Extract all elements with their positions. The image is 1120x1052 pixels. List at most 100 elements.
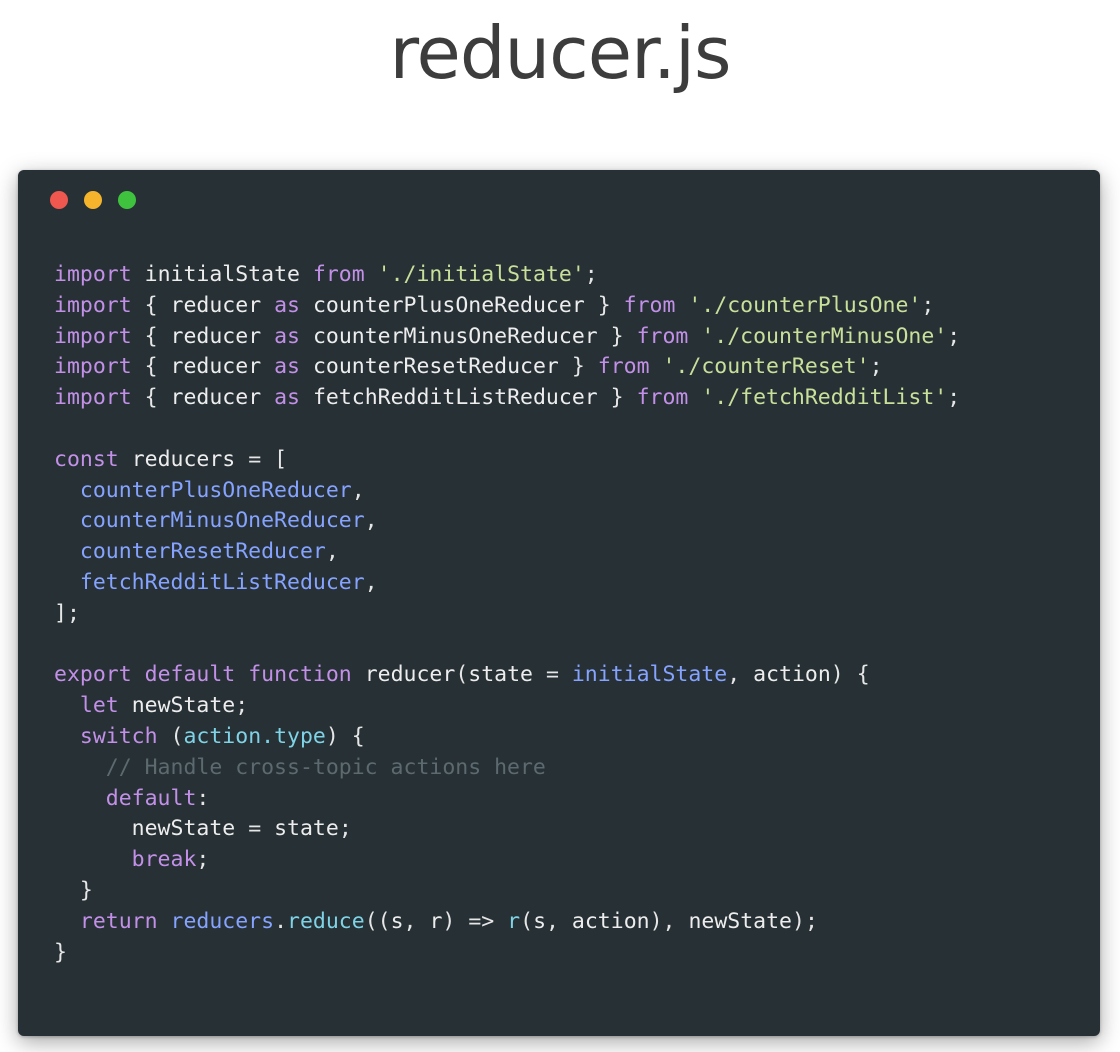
code-line: const reducers = [ — [54, 445, 960, 476]
maximize-dot[interactable] — [118, 191, 136, 209]
code-token: , — [325, 539, 339, 565]
code-token: counterPlusOneReducer — [312, 292, 585, 318]
code-token: reducer — [364, 662, 456, 688]
code-token: } — [597, 292, 611, 318]
code-token: from — [312, 262, 365, 287]
code-token: ]; — [54, 600, 80, 626]
code-token: ; — [196, 847, 210, 873]
code-line: // Handle cross-topic actions here — [54, 753, 960, 784]
code-token: : — [196, 785, 210, 811]
code-token: } — [571, 354, 585, 380]
code-token: = — [248, 446, 262, 472]
code-token: as — [274, 354, 300, 380]
code-token: (( — [364, 908, 391, 934]
code-token: import — [54, 323, 132, 349]
code-token: s — [390, 908, 404, 934]
code-token: , — [364, 569, 378, 595]
page-title: reducer.js — [389, 11, 732, 95]
code-token: from — [597, 354, 650, 380]
code-token: return — [79, 908, 158, 934]
code-token: // Handle cross-topic actions here — [105, 754, 546, 780]
code-token: action — [571, 908, 650, 934]
code-token: reducer — [170, 323, 262, 349]
code-line: counterPlusOneReducer, — [54, 476, 960, 507]
code-token: fetchRedditListReducer — [312, 385, 598, 411]
code-token: from — [623, 292, 676, 318]
code-block: import initialState from './initialState… — [54, 260, 960, 968]
code-token: = — [545, 662, 559, 688]
code-token: state — [468, 662, 533, 688]
code-token: as — [274, 323, 300, 349]
code-token: ; — [947, 323, 961, 349]
code-token: ( — [520, 908, 534, 934]
code-token: , — [351, 477, 365, 503]
code-token: ( — [455, 662, 469, 688]
code-token: . — [274, 908, 288, 934]
code-line: default: — [54, 784, 960, 815]
code-token: import — [54, 354, 132, 380]
minimize-dot[interactable] — [84, 191, 102, 209]
code-line: export default function reducer(state = … — [54, 660, 960, 691]
code-token: ); — [792, 908, 818, 934]
code-token: from — [636, 385, 689, 411]
code-token: './counterReset' — [662, 354, 870, 380]
code-token: { — [144, 385, 158, 411]
close-dot[interactable] — [50, 191, 68, 209]
code-token: action.type — [183, 723, 326, 749]
code-token: } — [610, 385, 624, 411]
code-token: const — [54, 446, 119, 472]
code-token: from — [636, 323, 689, 349]
code-token: './initialState' — [377, 262, 585, 287]
code-token: = — [248, 816, 262, 842]
code-line: fetchRedditListReducer, — [54, 568, 960, 599]
page: reducer.js import initialState from './i… — [0, 0, 1120, 1052]
code-token: ; — [235, 693, 249, 719]
code-token: ( — [170, 723, 184, 749]
code-token: r — [507, 908, 521, 934]
code-token: { — [856, 662, 870, 688]
code-line: let newState; — [54, 691, 960, 722]
code-token: state — [274, 816, 339, 842]
code-token: newState — [688, 908, 792, 934]
code-token: export — [54, 662, 132, 688]
code-token: ; — [584, 262, 598, 287]
code-token: { — [144, 354, 158, 380]
code-token: } — [79, 877, 93, 903]
